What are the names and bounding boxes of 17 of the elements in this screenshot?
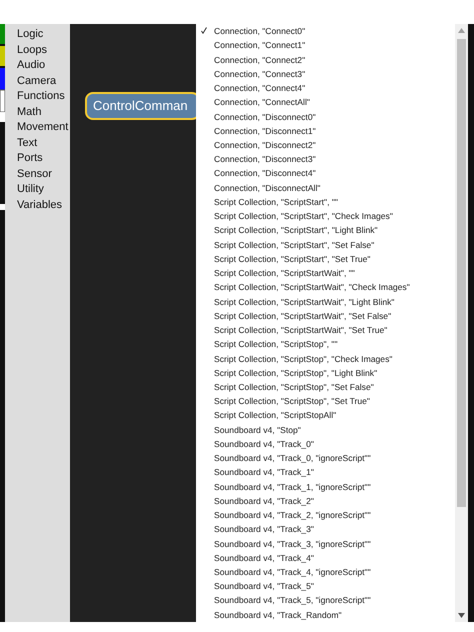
scroll-up-arrow-icon[interactable] [458, 28, 465, 33]
toolbox-category[interactable]: Movement [17, 120, 70, 136]
toolbox-category[interactable]: Logic [17, 27, 70, 42]
scrollbar-thumb[interactable] [457, 39, 466, 507]
command-block[interactable]: ControlComman [85, 92, 196, 120]
toolbox-category[interactable]: Text [17, 136, 70, 151]
toolbox-category[interactable]: Utility [17, 182, 70, 198]
toolbox-category[interactable]: Functions [17, 89, 70, 104]
scroll-down-arrow-icon[interactable] [458, 613, 465, 618]
scrollbar[interactable] [455, 24, 468, 622]
toolbox-category[interactable]: Loops [17, 42, 70, 58]
toolbox-category[interactable]: Audio [17, 58, 70, 74]
toolbox-category[interactable]: Sensor [17, 166, 70, 182]
toolbox-category[interactable]: Ports [17, 151, 70, 166]
toolbox-category[interactable]: Camera [17, 74, 70, 89]
toolbox-category[interactable]: Math [17, 104, 70, 120]
toolbox-category[interactable]: Variables [17, 198, 70, 213]
